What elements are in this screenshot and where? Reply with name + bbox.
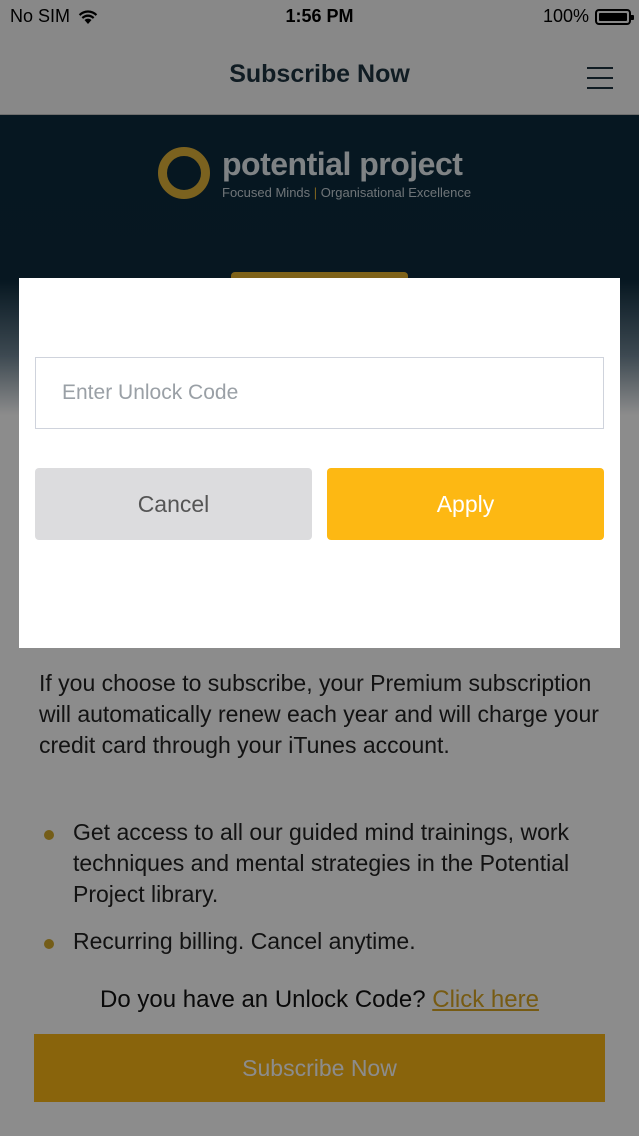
unlock-code-dialog: Cancel Apply xyxy=(19,278,620,648)
unlock-code-input[interactable] xyxy=(35,357,604,429)
cancel-button[interactable]: Cancel xyxy=(35,468,312,540)
apply-button[interactable]: Apply xyxy=(327,468,604,540)
